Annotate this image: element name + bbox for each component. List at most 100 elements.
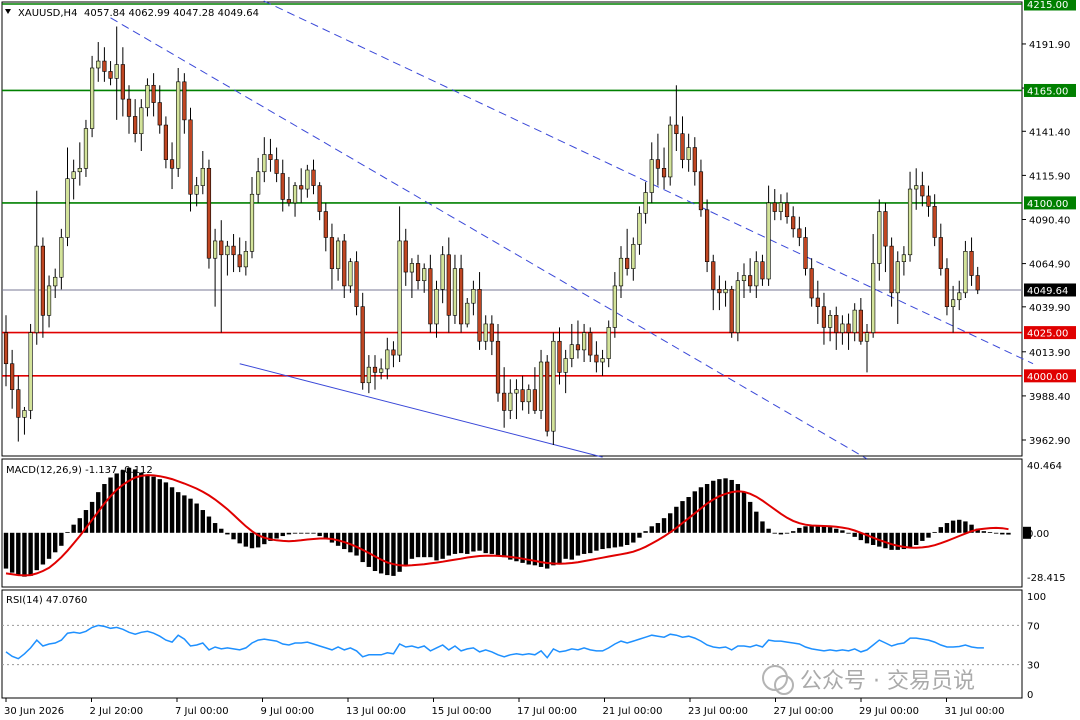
macd-bar <box>612 532 618 548</box>
candle-body <box>157 102 162 126</box>
candle-body <box>483 323 488 342</box>
macd-bar <box>600 532 605 550</box>
candle-body <box>133 116 138 135</box>
candle-body <box>748 275 753 287</box>
macd-bar <box>428 532 433 558</box>
candle <box>28 323 33 420</box>
macd-bar <box>797 527 802 533</box>
macd-bar <box>385 532 390 576</box>
candle-body <box>385 349 390 370</box>
macd-bar <box>827 527 833 533</box>
candle-body <box>680 133 685 160</box>
candle <box>90 55 95 138</box>
macd-bar <box>717 479 722 533</box>
candle-body <box>834 315 839 333</box>
macd-bar <box>391 532 396 576</box>
candle-body <box>182 81 187 121</box>
candle-body <box>231 245 236 256</box>
macd-bar <box>169 487 175 533</box>
candle-body <box>969 251 974 276</box>
macd-bar <box>987 531 993 533</box>
candle-body <box>526 389 531 403</box>
macd-bar <box>754 511 759 533</box>
macd-bar <box>569 532 574 560</box>
macd-bar <box>1006 532 1011 535</box>
macd-bar <box>292 532 298 534</box>
candle-body <box>335 240 341 269</box>
macd-bar <box>784 532 790 534</box>
candle-body <box>71 171 76 179</box>
rsi-label: RSI(14) 47.0760 <box>6 595 87 606</box>
macd-bar <box>588 532 593 554</box>
candle-body <box>280 173 285 200</box>
candle-body <box>686 147 691 160</box>
candle-body <box>96 60 101 69</box>
macd-scale-label: -28.415 <box>1027 573 1066 584</box>
macd-bar <box>46 532 52 559</box>
macd-bar <box>766 528 771 533</box>
macd-bar <box>477 532 482 551</box>
macd-bar <box>16 532 21 576</box>
candle-body <box>944 268 950 307</box>
macd-bar <box>299 532 304 534</box>
candle <box>545 355 550 437</box>
macd-bar <box>354 532 359 556</box>
macd-bar <box>957 519 962 533</box>
macd-bar <box>993 532 999 534</box>
price-tick-label: 3988.40 <box>1029 392 1070 403</box>
candle-body <box>606 327 611 359</box>
candle-body <box>163 124 169 160</box>
candle-body <box>938 237 943 269</box>
candle-body <box>545 361 550 432</box>
macd-bar <box>606 532 611 549</box>
macd-bar <box>889 532 894 550</box>
macd-bar <box>471 532 476 552</box>
candle-body <box>360 306 365 384</box>
candle-body <box>428 268 433 325</box>
candle-body <box>206 167 212 259</box>
macd-bar <box>114 473 119 533</box>
candle-body <box>40 245 45 316</box>
time-tick-label: 2 Jul 20:00 <box>90 706 144 717</box>
macd-bar <box>483 532 488 554</box>
candle-body <box>225 245 230 256</box>
macd-bar <box>914 532 919 545</box>
candle-body <box>625 257 630 269</box>
candle-body <box>815 297 820 307</box>
macd-bar <box>243 532 249 547</box>
macd-bar <box>157 479 162 533</box>
candle-body <box>489 323 494 342</box>
macd-bar <box>219 528 224 533</box>
candle-body <box>907 188 913 256</box>
candle-body <box>243 251 248 268</box>
candle-body <box>963 251 968 294</box>
candle-body <box>889 245 894 294</box>
candle <box>360 292 365 390</box>
candle-body <box>729 289 734 333</box>
chart-background <box>0 0 1080 720</box>
candle-body <box>618 257 624 287</box>
macd-bar <box>711 480 716 533</box>
macd-bar <box>280 532 285 537</box>
candle-body <box>895 261 900 294</box>
candle-body <box>858 309 863 342</box>
candle-body <box>59 237 64 278</box>
level-tag-label: 4215.00 <box>1027 0 1068 11</box>
macd-bar <box>65 531 70 533</box>
candle-body <box>914 185 919 190</box>
time-tick-label: 15 Jul 00:00 <box>432 706 492 717</box>
candle-body <box>581 332 587 351</box>
macd-bar <box>458 532 464 554</box>
candle-body <box>249 193 255 252</box>
rsi-scale-label: 70 <box>1027 621 1040 632</box>
macd-bar <box>895 532 900 550</box>
macd-bar <box>108 477 113 533</box>
candle-body <box>169 159 175 169</box>
macd-bar <box>926 532 931 538</box>
candle-body <box>495 340 501 394</box>
candle-body <box>403 240 408 273</box>
macd-bar <box>907 532 913 548</box>
macd-bar <box>981 531 987 533</box>
candle-body <box>292 185 298 204</box>
chart-canvas: 4191.904166.404141.404115.904090.404064.… <box>0 0 1080 720</box>
